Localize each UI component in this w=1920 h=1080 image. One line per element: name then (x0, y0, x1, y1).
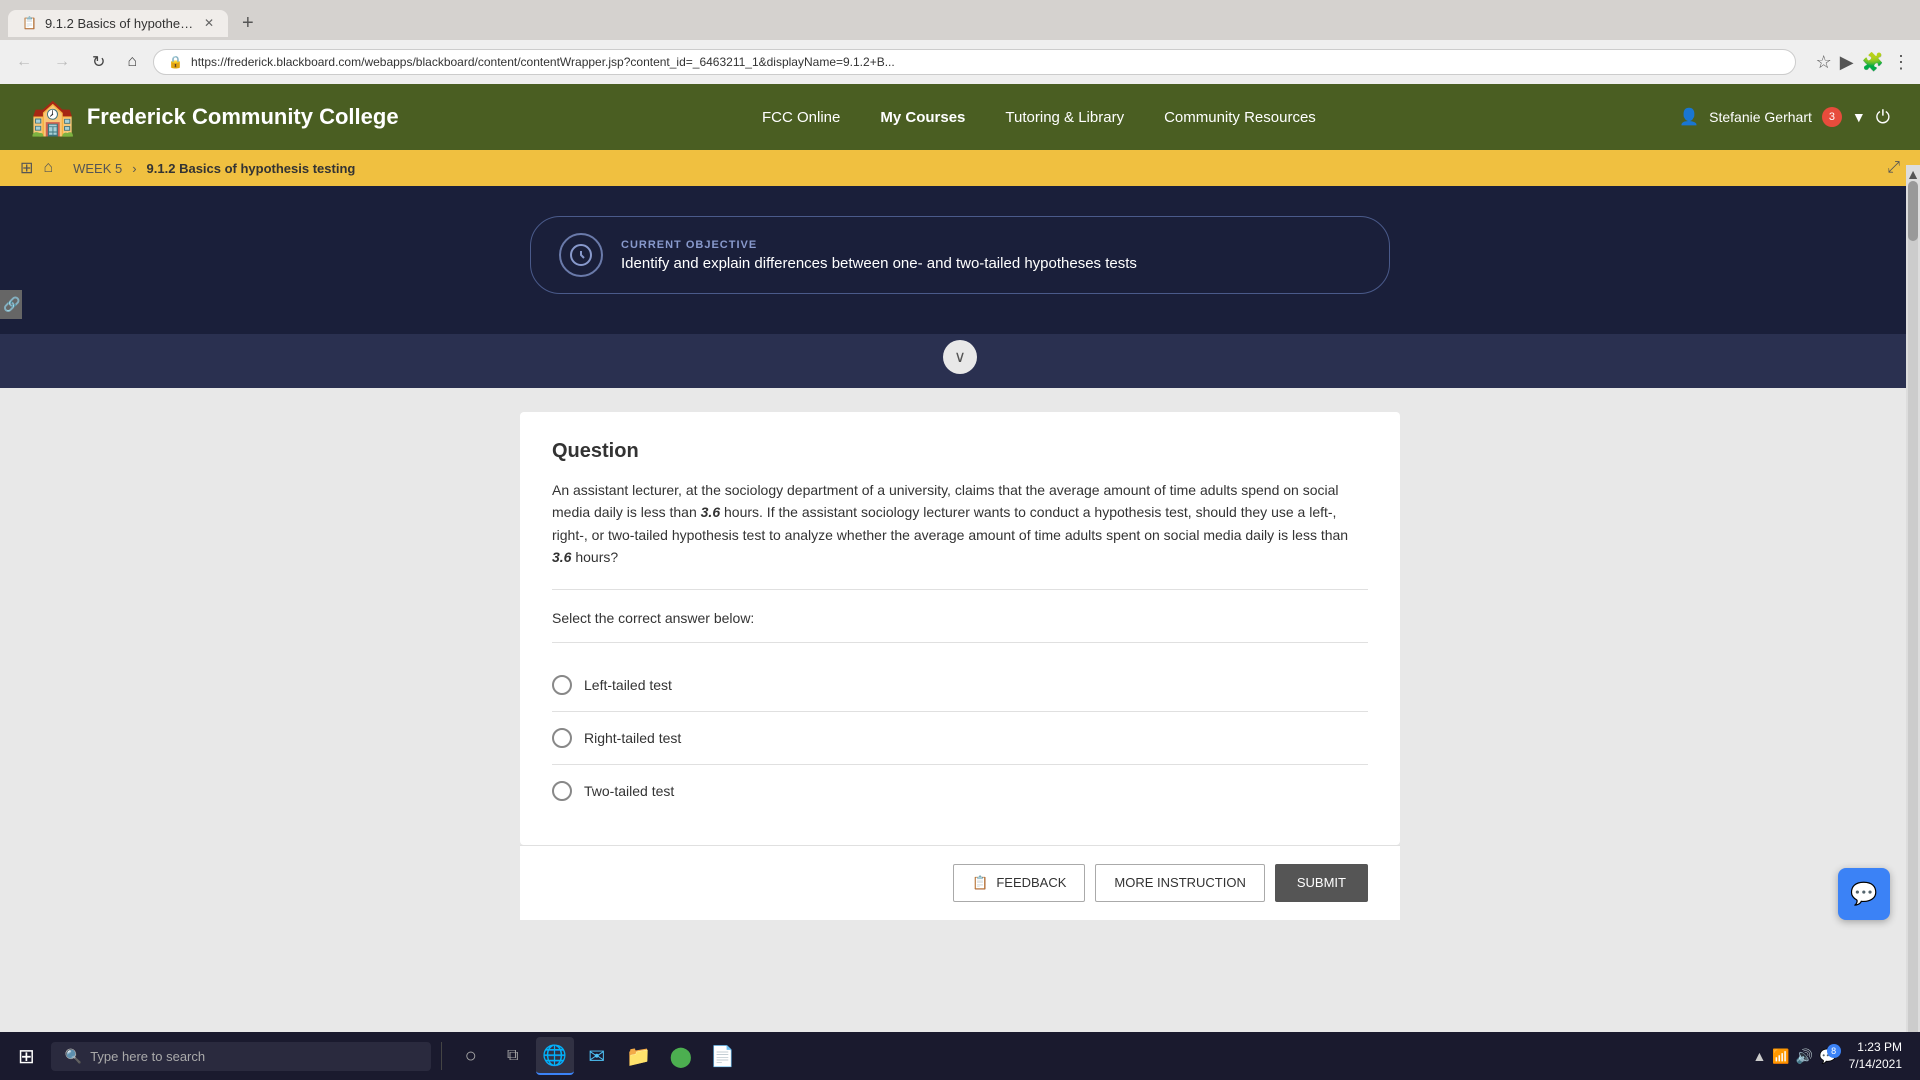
collapse-toggle-button[interactable]: ∨ (943, 340, 977, 374)
action-bar: 📋 FEEDBACK MORE INSTRUCTION SUBMIT (520, 845, 1400, 920)
scrollbar[interactable]: ▲ ▼ (1906, 165, 1920, 1080)
radio-right-tailed[interactable] (552, 728, 572, 748)
taskbar-search-input[interactable]: 🔍 Type here to search (51, 1042, 431, 1071)
select-prompt: Select the correct answer below: (552, 610, 1368, 643)
tab-title: 9.1.2 Basics of hypothesis testing (45, 16, 196, 31)
objective-content: CURRENT OBJECTIVE Identify and explain d… (621, 239, 1137, 272)
taskbar-cortana[interactable]: ○ (452, 1037, 490, 1075)
search-placeholder: Type here to search (90, 1049, 205, 1064)
taskbar-time-display: 1:23 PM (1849, 1039, 1902, 1056)
settings-button[interactable]: ⋮ (1892, 52, 1910, 73)
feedback-icon: 📋 (972, 875, 988, 891)
new-tab-button[interactable]: + (234, 12, 262, 35)
answer-label-2: Right-tailed test (584, 730, 681, 746)
institution-name: Frederick Community College (87, 104, 399, 130)
extensions-button[interactable]: 🧩 (1862, 52, 1884, 73)
taskbar-edge[interactable]: 🌐 (536, 1037, 574, 1075)
objective-icon (559, 233, 603, 277)
objective-label: CURRENT OBJECTIVE (621, 239, 1137, 251)
tray-up-arrow[interactable]: ▲ (1752, 1048, 1766, 1064)
answer-label-3: Two-tailed test (584, 783, 674, 799)
objective-area: CURRENT OBJECTIVE Identify and explain d… (0, 186, 1920, 334)
profile-button[interactable]: ▶ (1840, 52, 1854, 73)
dropdown-icon[interactable]: ▼ (1852, 109, 1866, 125)
question-number1: 3.6 (701, 504, 720, 520)
question-body-part3: hours? (571, 549, 618, 565)
side-link-icon[interactable]: 🔗 (0, 290, 22, 319)
nav-tutoring[interactable]: Tutoring & Library (1005, 109, 1124, 126)
nav-community[interactable]: Community Resources (1164, 109, 1316, 126)
breadcrumb-home-icon[interactable]: ⌂ (43, 159, 53, 177)
site-header: 🏫 Frederick Community College FCC Online… (0, 84, 1920, 150)
lock-icon: 🔒 (168, 55, 183, 69)
active-tab[interactable]: 📋 9.1.2 Basics of hypothesis testing ✕ (8, 10, 228, 37)
breadcrumb-action-icons: ⤢ (1887, 159, 1900, 177)
answer-option-2[interactable]: Right-tailed test (552, 712, 1368, 765)
taskbar-office[interactable]: 📄 (704, 1037, 742, 1075)
logo-arc-icon: 🏫 (30, 96, 75, 138)
start-button[interactable]: ⊞ (8, 1040, 45, 1073)
submit-button[interactable]: SUBMIT (1275, 864, 1368, 902)
breadcrumb-grid-icon: ⊞ (20, 158, 33, 178)
nav-my-courses[interactable]: My Courses (880, 109, 965, 126)
objective-text: Identify and explain differences between… (621, 255, 1137, 272)
nav-fcc-online[interactable]: FCC Online (762, 109, 840, 126)
breadcrumb-expand-icon[interactable]: ⤢ (1887, 159, 1900, 177)
taskbar-tray: ▲ 📶 🔊 💬 8 1:23 PM 7/14/2021 (1752, 1039, 1912, 1073)
search-icon: 🔍 (65, 1048, 82, 1065)
tray-icons: ▲ 📶 🔊 💬 8 (1752, 1048, 1836, 1065)
scroll-up-arrow[interactable]: ▲ (1906, 167, 1920, 181)
radio-two-tailed[interactable] (552, 781, 572, 801)
user-avatar-icon: 👤 (1679, 107, 1699, 127)
taskbar-datetime: 1:23 PM 7/14/2021 (1849, 1039, 1902, 1073)
taskbar-mail[interactable]: ✉ (578, 1037, 616, 1075)
taskbar-msg-button[interactable]: 💬 8 (1819, 1048, 1836, 1065)
answer-option-3[interactable]: Two-tailed test (552, 765, 1368, 817)
scrollbar-thumb[interactable] (1908, 181, 1918, 241)
user-area: 👤 Stefanie Gerhart 3 ▼ ⏻ (1679, 107, 1890, 128)
tab-favicon: 📋 (22, 16, 37, 30)
power-icon[interactable]: ⏻ (1876, 107, 1890, 128)
answer-option-1[interactable]: Left-tailed test (552, 659, 1368, 712)
bookmark-button[interactable]: ☆ (1816, 52, 1832, 73)
question-number2: 3.6 (552, 549, 571, 565)
main-content: Question An assistant lecturer, at the s… (0, 388, 1920, 944)
url-text: https://frederick.blackboard.com/webapps… (191, 55, 1781, 69)
breadcrumb-week: WEEK 5 (73, 161, 122, 176)
home-button[interactable]: ⌂ (121, 49, 143, 75)
site-logo: 🏫 Frederick Community College (30, 96, 399, 138)
notification-badge[interactable]: 3 (1822, 107, 1842, 127)
tray-network-icon: 📶 (1772, 1048, 1789, 1065)
more-instruction-button[interactable]: MORE INSTRUCTION (1095, 864, 1264, 902)
breadcrumb-page: 9.1.2 Basics of hypothesis testing (147, 161, 356, 176)
radio-left-tailed[interactable] (552, 675, 572, 695)
feedback-button[interactable]: 📋 FEEDBACK (953, 864, 1085, 902)
tray-sound-icon: 🔊 (1796, 1048, 1813, 1065)
taskbar-task-view[interactable]: ⧉ (494, 1037, 532, 1075)
taskbar-apps: ○ ⧉ 🌐 ✉ 📁 ⬤ 📄 (452, 1037, 1747, 1075)
question-title: Question (552, 440, 1368, 463)
breadcrumb-sep2: › (132, 161, 136, 176)
taskbar: ⊞ 🔍 Type here to search ○ ⧉ 🌐 ✉ 📁 ⬤ 📄 ▲ … (0, 1032, 1920, 1080)
taskbar-chrome[interactable]: ⬤ (662, 1037, 700, 1075)
question-body: An assistant lecturer, at the sociology … (552, 479, 1368, 590)
scrollbar-track[interactable] (1908, 181, 1918, 1064)
back-button[interactable]: ← (10, 49, 38, 75)
question-card: Question An assistant lecturer, at the s… (520, 412, 1400, 845)
collapse-toggle-area: ∨ (0, 334, 1920, 388)
forward-button[interactable]: → (48, 49, 76, 75)
answer-label-1: Left-tailed test (584, 677, 672, 693)
taskbar-divider (441, 1042, 442, 1070)
user-name: Stefanie Gerhart (1709, 109, 1812, 125)
tab-close-button[interactable]: ✕ (204, 16, 214, 30)
objective-box: CURRENT OBJECTIVE Identify and explain d… (530, 216, 1390, 294)
refresh-button[interactable]: ↻ (86, 48, 111, 76)
msg-badge-count: 8 (1827, 1044, 1841, 1058)
chat-fab-button[interactable]: 💬 (1838, 868, 1890, 920)
address-bar[interactable]: 🔒 https://frederick.blackboard.com/webap… (153, 49, 1796, 75)
taskbar-date-display: 7/14/2021 (1849, 1056, 1902, 1073)
site-nav: FCC Online My Courses Tutoring & Library… (762, 109, 1316, 126)
breadcrumb-bar: ⊞ ⌂ WEEK 5 › 9.1.2 Basics of hypothesis … (0, 150, 1920, 186)
taskbar-files[interactable]: 📁 (620, 1037, 658, 1075)
